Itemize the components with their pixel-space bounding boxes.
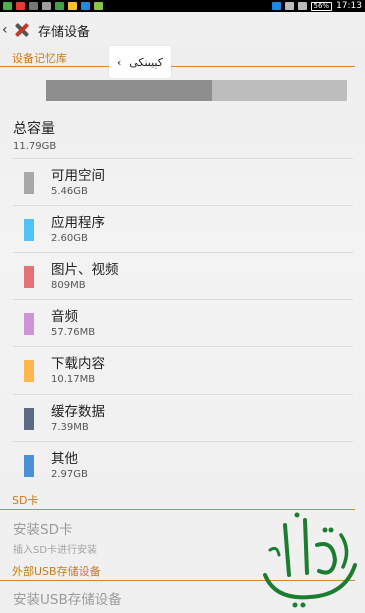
status-bar: 56% 17:13 — [0, 0, 365, 12]
mail-notification-icon — [16, 2, 25, 10]
row-value: 5.46GB — [51, 186, 88, 197]
clock: 17:13 — [336, 1, 362, 11]
wifi-icon — [284, 2, 294, 10]
action-bar: ‹ 存储设备 — [0, 12, 365, 48]
divider — [13, 205, 353, 206]
signal-icon — [297, 2, 307, 10]
audio-color-swatch — [24, 313, 34, 335]
row-label: 可用空间 — [51, 168, 105, 184]
back-chevron-icon[interactable]: ‹ — [2, 22, 10, 38]
storage-row-downloads[interactable]: 下载内容 10.17MB — [0, 347, 355, 394]
row-label: 图片、视频 — [51, 262, 119, 278]
tools-icon — [10, 19, 32, 41]
chevron-left-icon: ‹ — [117, 55, 122, 69]
storage-row-cache[interactable]: 缓存数据 7.39MB — [0, 395, 355, 442]
divider — [13, 394, 353, 395]
row-label: 其他 — [51, 451, 78, 467]
status-bar-notifications — [3, 2, 103, 10]
row-value: 7.39MB — [51, 422, 89, 433]
cache-color-swatch — [24, 408, 34, 430]
total-capacity-label: 总容量 — [13, 121, 55, 137]
other-color-swatch — [24, 455, 34, 477]
storage-row-pictures-videos[interactable]: 图片、视频 809MB — [0, 253, 355, 300]
pictures-color-swatch — [24, 266, 34, 288]
divider — [13, 299, 353, 300]
chat-notification-icon — [29, 2, 38, 10]
battery-indicator: 56% — [310, 1, 333, 11]
app-notification-icon — [3, 2, 12, 10]
file-notification-icon — [68, 2, 77, 10]
page-title: 存储设备 — [38, 24, 91, 40]
storage-row-other[interactable]: 其他 2.97GB — [0, 442, 355, 489]
row-label: 下载内容 — [51, 356, 105, 372]
install-sd-card-title: 安装SD卡 — [13, 522, 73, 538]
row-value: 57.76MB — [51, 327, 96, 338]
total-capacity-value: 11.79GB — [13, 141, 57, 152]
row-value: 2.60GB — [51, 233, 88, 244]
apps-color-swatch — [24, 219, 34, 241]
bluetooth-icon — [271, 2, 281, 10]
divider — [13, 252, 353, 253]
download-notification-icon — [55, 2, 64, 10]
android-notification-icon — [94, 2, 103, 10]
search-notification-icon — [42, 2, 51, 10]
storage-used-fill — [46, 80, 212, 101]
storage-row-audio[interactable]: 音频 57.76MB — [0, 300, 355, 347]
browser-notification-icon — [81, 2, 90, 10]
row-label: 缓存数据 — [51, 404, 105, 420]
row-value: 809MB — [51, 280, 86, 291]
row-value: 2.97GB — [51, 469, 88, 480]
next-tooltip[interactable]: ‹ كېيىنكى — [109, 46, 171, 78]
device-storage-header: 设备记忆库 — [0, 50, 355, 67]
row-label: 音频 — [51, 309, 78, 325]
storage-row-apps[interactable]: 应用程序 2.60GB — [0, 206, 355, 253]
storage-usage-bar — [46, 80, 347, 101]
install-sd-card-subtitle: 插入SD卡进行安装 — [13, 545, 98, 556]
calligraphy-watermark-logo — [263, 512, 357, 608]
tooltip-text: كېيىنكى — [129, 55, 163, 69]
row-label: 应用程序 — [51, 215, 105, 231]
divider — [13, 346, 353, 347]
divider — [13, 441, 353, 442]
install-usb-storage-title: 安装USB存储设备 — [13, 592, 122, 608]
downloads-color-swatch — [24, 360, 34, 382]
available-color-swatch — [24, 172, 34, 194]
storage-row-available[interactable]: 可用空间 5.46GB — [0, 159, 355, 206]
storage-free-fill — [211, 80, 347, 101]
row-value: 10.17MB — [51, 374, 96, 385]
status-bar-system: 56% 17:13 — [271, 1, 362, 11]
